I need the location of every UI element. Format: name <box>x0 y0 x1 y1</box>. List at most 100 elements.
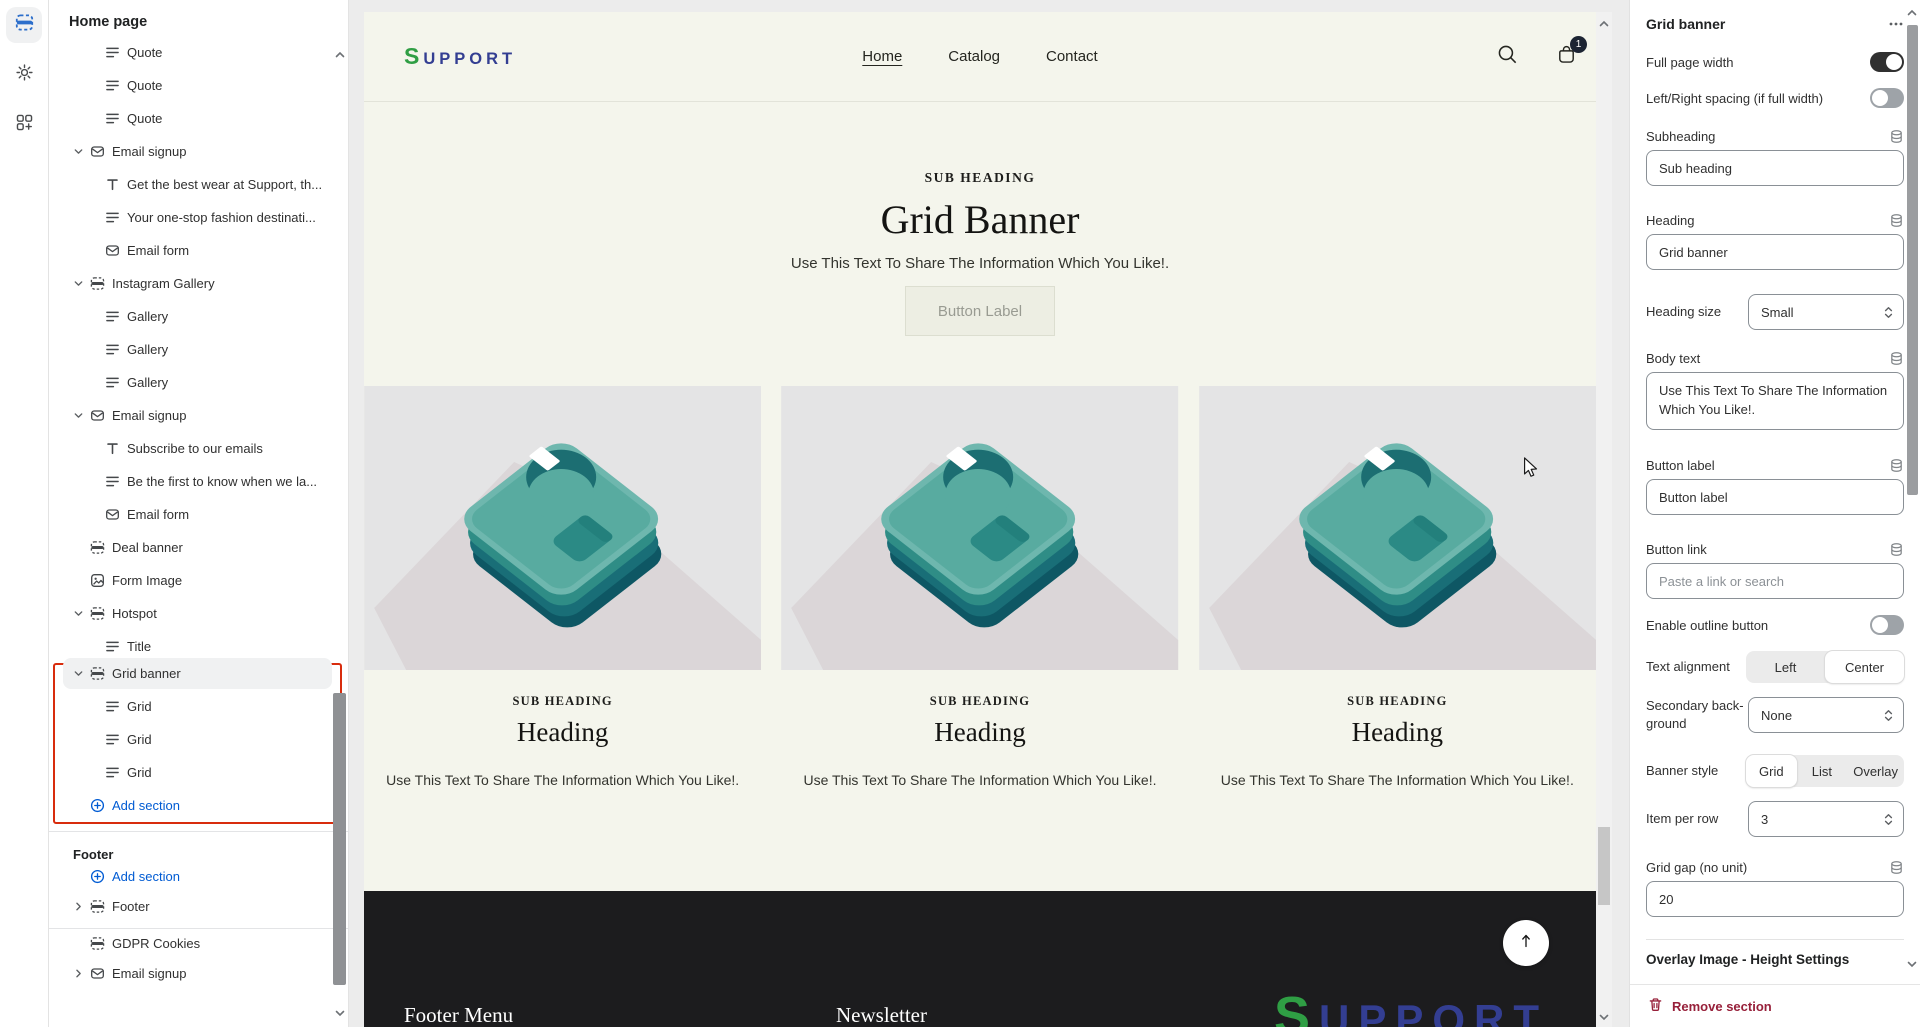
tree-row[interactable]: Hotspot <box>49 597 348 630</box>
heading-size-select[interactable]: Small <box>1748 294 1904 330</box>
grid-item[interactable]: SUB HEADING Heading Use This Text To Sha… <box>1199 386 1596 788</box>
tree-row[interactable]: Gallery <box>49 333 348 366</box>
sections-panel-button[interactable] <box>6 7 42 43</box>
segment-option[interactable]: List <box>1797 755 1848 787</box>
lr-spacing-toggle[interactable] <box>1870 88 1904 108</box>
scroll-down-icon[interactable] <box>1598 1010 1610 1022</box>
chevron[interactable] <box>88 344 105 356</box>
tree-row[interactable]: Grid <box>55 723 340 756</box>
tree-row[interactable]: Be the first to know when we la... <box>49 465 348 498</box>
chevron[interactable] <box>73 937 90 949</box>
chevron[interactable] <box>88 701 105 713</box>
preview-scrollbar-thumb[interactable] <box>1598 827 1610 905</box>
more-options-icon[interactable] <box>1888 16 1904 32</box>
subheading-input[interactable] <box>1646 150 1904 186</box>
search-icon[interactable] <box>1496 43 1519 71</box>
scroll-up-icon[interactable] <box>334 48 346 60</box>
apps-button[interactable] <box>6 107 42 143</box>
tree-row[interactable]: Footer <box>49 891 348 921</box>
chevron[interactable] <box>88 767 105 779</box>
dynamic-source-icon[interactable] <box>1889 129 1904 144</box>
chevron[interactable] <box>88 245 105 257</box>
tree-row[interactable]: Deal banner <box>49 531 348 564</box>
tree-row[interactable]: GDPR Cookies <box>49 928 348 958</box>
heading-input[interactable] <box>1646 234 1904 270</box>
segment-option[interactable]: Left <box>1746 651 1825 683</box>
tree-row[interactable]: Email signup <box>49 399 348 432</box>
segment-option[interactable]: Center <box>1825 651 1904 683</box>
cart-icon[interactable]: 1 <box>1555 43 1578 71</box>
chevron[interactable] <box>88 476 105 488</box>
tree-row[interactable]: Quote <box>49 44 348 69</box>
outline-button-toggle[interactable] <box>1870 615 1904 635</box>
scroll-up-icon[interactable] <box>1598 17 1610 29</box>
chevron[interactable] <box>88 47 105 59</box>
nav-link[interactable]: Catalog <box>948 48 1000 65</box>
tree-row[interactable]: Add section <box>49 861 348 891</box>
segment-option[interactable]: Overlay <box>1847 755 1904 787</box>
secondary-background-select[interactable]: None <box>1748 697 1904 733</box>
tree-row[interactable]: Grid <box>55 756 340 789</box>
tree-row[interactable]: Grid <box>55 690 340 723</box>
chevron-down-icon[interactable] <box>73 146 90 158</box>
panel-scrollbar[interactable] <box>1907 25 1918 495</box>
chevron-down-icon[interactable] <box>73 410 90 422</box>
tree-row[interactable]: Add section <box>55 789 340 822</box>
chevron-down-icon[interactable] <box>73 668 90 680</box>
overlay-image-settings-heading[interactable]: Overlay Image - Height Settings <box>1646 952 1904 967</box>
dynamic-source-icon[interactable] <box>1889 351 1904 366</box>
chevron[interactable] <box>73 542 90 554</box>
chevron[interactable] <box>88 443 105 455</box>
chevron[interactable] <box>88 212 105 224</box>
chevron[interactable] <box>88 734 105 746</box>
item-per-row-select[interactable]: 3 <box>1748 801 1904 837</box>
tree-row[interactable]: Gallery <box>49 300 348 333</box>
button-label-input[interactable] <box>1646 479 1904 515</box>
sidebar-scrollbar[interactable] <box>333 693 346 985</box>
dynamic-source-icon[interactable] <box>1889 213 1904 228</box>
scroll-down-icon[interactable] <box>334 1006 346 1018</box>
tree-row[interactable]: Instagram Gallery <box>49 267 348 300</box>
chevron[interactable] <box>88 80 105 92</box>
remove-section-button[interactable]: Remove section <box>1630 984 1920 1027</box>
chevron[interactable] <box>88 377 105 389</box>
tree-row[interactable]: Your one-stop fashion destinati... <box>49 201 348 234</box>
chevron[interactable] <box>88 311 105 323</box>
tree-row[interactable]: Gallery <box>49 366 348 399</box>
store-logo[interactable]: SUPPORT <box>404 43 516 70</box>
tree-row[interactable]: Quote <box>49 69 348 102</box>
grid-item[interactable]: SUB HEADING Heading Use This Text To Sha… <box>781 386 1178 788</box>
dynamic-source-icon[interactable] <box>1889 860 1904 875</box>
scroll-down-icon[interactable] <box>1906 958 1918 970</box>
full-page-width-toggle[interactable] <box>1870 52 1904 72</box>
grid-item[interactable]: SUB HEADING Heading Use This Text To Sha… <box>364 386 761 788</box>
preview-scrollbar[interactable] <box>1596 12 1612 1027</box>
chevron-down-icon[interactable] <box>73 278 90 290</box>
tree-row[interactable]: Quote <box>49 102 348 135</box>
chevron[interactable] <box>88 113 105 125</box>
dynamic-source-icon[interactable] <box>1889 542 1904 557</box>
chevron[interactable] <box>88 179 105 191</box>
chevron-right-icon[interactable] <box>73 967 90 979</box>
nav-link[interactable]: Home <box>862 48 902 65</box>
tree-row[interactable]: Email signup <box>49 958 348 988</box>
chevron-down-icon[interactable] <box>73 608 90 620</box>
tree-row[interactable]: Subscribe to our emails <box>49 432 348 465</box>
tree-row[interactable]: Grid banner <box>55 657 340 690</box>
button-link-input[interactable] <box>1646 563 1904 599</box>
grid-gap-input[interactable] <box>1646 881 1904 917</box>
chevron[interactable] <box>73 870 90 882</box>
tree-row[interactable]: Email signup <box>49 135 348 168</box>
scroll-to-top-button[interactable] <box>1503 920 1549 966</box>
dynamic-source-icon[interactable] <box>1889 458 1904 473</box>
segment-option[interactable]: Grid <box>1746 755 1797 787</box>
scroll-up-icon[interactable] <box>1906 7 1918 19</box>
theme-settings-button[interactable] <box>6 57 42 93</box>
nav-link[interactable]: Contact <box>1046 48 1098 65</box>
chevron[interactable] <box>88 641 105 653</box>
tree-row[interactable]: Get the best wear at Support, th... <box>49 168 348 201</box>
tree-row[interactable]: Email form <box>49 234 348 267</box>
hero-button[interactable]: Button Label <box>905 286 1055 336</box>
tree-row[interactable]: Email form <box>49 498 348 531</box>
chevron[interactable] <box>73 575 90 587</box>
